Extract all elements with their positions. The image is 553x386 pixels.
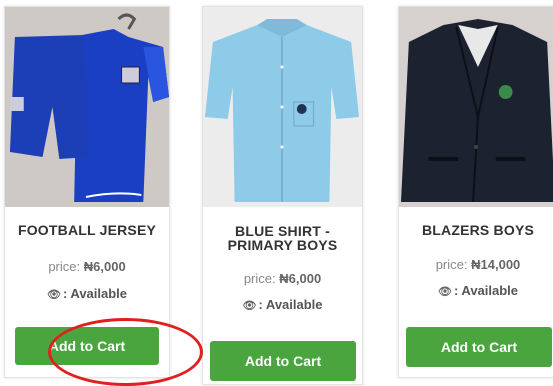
price-value: ₦6,000 <box>279 271 322 286</box>
blue-shirt-image[interactable] <box>203 7 362 207</box>
availability-text: : Available <box>453 283 519 298</box>
product-price: price: ₦6,000 <box>5 259 169 274</box>
price-value: ₦6,000 <box>83 259 126 274</box>
price-label: price: <box>435 257 468 272</box>
product-card-blazers-boys: BLAZERS BOYS price: ₦14,000 👁: Available… <box>398 6 553 378</box>
add-to-cart-button[interactable]: Add to Cart <box>406 327 552 367</box>
product-price: price: ₦14,000 <box>399 257 553 272</box>
product-price: price: ₦6,000 <box>203 271 362 286</box>
product-card-football-jersey: FOOTBALL JERSEY price: ₦6,000 👁: Availab… <box>4 6 170 378</box>
eye-icon: 👁 <box>242 300 257 312</box>
eye-icon: 👁 <box>437 286 452 298</box>
price-value: ₦14,000 <box>471 257 521 272</box>
eye-icon: 👁 <box>46 289 61 301</box>
product-name[interactable]: BLAZERS BOYS <box>399 223 553 237</box>
football-jersey-image[interactable] <box>5 7 169 207</box>
availability-text: : Available <box>62 286 128 301</box>
blazer-image[interactable] <box>399 7 553 207</box>
price-label: price: <box>48 259 81 274</box>
product-name[interactable]: FOOTBALL JERSEY <box>5 223 169 237</box>
add-to-cart-button[interactable]: Add to Cart <box>210 341 356 381</box>
add-to-cart-button[interactable]: Add to Cart <box>15 327 159 365</box>
product-name-line2: PRIMARY BOYS <box>227 237 338 253</box>
availability-status: 👁: Available <box>203 297 362 312</box>
availability-text: : Available <box>258 297 323 312</box>
product-name[interactable]: BLUE SHIRT - PRIMARY BOYS <box>203 224 362 252</box>
price-label: price: <box>243 271 276 286</box>
product-name-line1: BLUE SHIRT - <box>235 223 330 239</box>
availability-status: 👁: Available <box>399 283 553 298</box>
availability-status: 👁: Available <box>5 286 169 301</box>
product-card-blue-shirt: BLUE SHIRT - PRIMARY BOYS price: ₦6,000 … <box>202 6 363 385</box>
